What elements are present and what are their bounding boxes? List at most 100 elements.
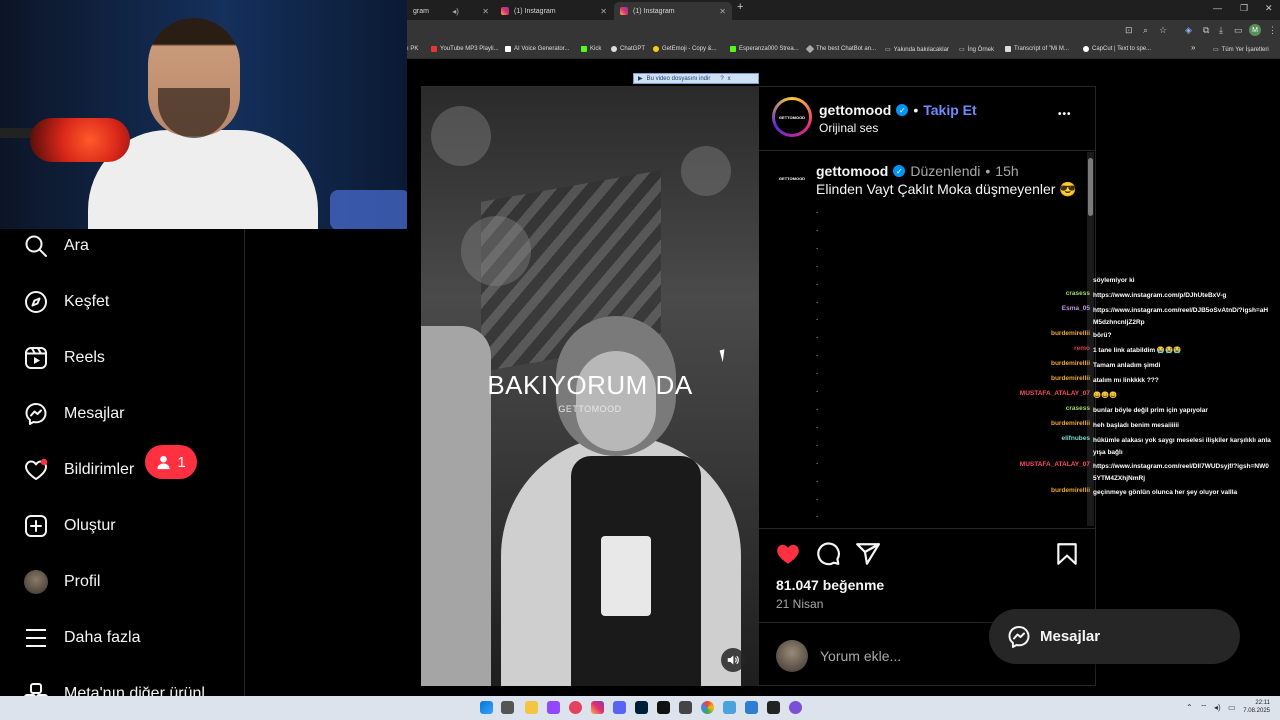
menu-icon[interactable]: ⋮ — [1268, 25, 1277, 36]
bookmark[interactable]: CapCut | Text to spe... — [1083, 46, 1151, 52]
chat-username[interactable]: MUSTAFA_ATALAY_07 — [975, 461, 1093, 485]
browser-tab[interactable]: (1) Instagram ✕ — [495, 2, 613, 20]
wifi-icon[interactable]: ⌔ — [1200, 703, 1208, 713]
chat-username[interactable]: burdemirellii — [975, 375, 1093, 387]
chat-username[interactable]: crasess — [975, 405, 1093, 417]
bookmark-folder[interactable]: ▭ İng Örnek — [959, 46, 994, 54]
close-tab-icon[interactable]: ✕ — [719, 7, 726, 16]
task-view-icon[interactable] — [501, 701, 514, 714]
post-username[interactable]: gettomood — [819, 102, 891, 118]
nav-more[interactable]: Daha fazla — [24, 623, 141, 653]
app-icon[interactable] — [723, 701, 736, 714]
chrome-icon[interactable] — [701, 701, 714, 714]
share-icon[interactable] — [855, 541, 881, 567]
nav-messages[interactable]: Mesajlar — [24, 399, 124, 429]
close-window-button[interactable]: ✕ — [1265, 3, 1273, 14]
more-bookmarks-icon[interactable]: » — [1191, 43, 1195, 52]
nav-search[interactable]: Ara — [24, 231, 89, 261]
chat-username[interactable]: Esma_05 — [975, 305, 1093, 329]
liked-heart-icon[interactable] — [775, 541, 801, 567]
caption-dot: . — [816, 492, 819, 502]
comment-input[interactable]: Yorum ekle... — [820, 648, 901, 664]
tiktok-icon[interactable] — [657, 701, 670, 714]
all-bookmarks-folder[interactable]: ▭ Tüm Yer İşaretleri — [1213, 46, 1269, 54]
chat-username[interactable]: burdemirellii — [975, 420, 1093, 432]
bookmark-folder[interactable]: ▭ Yakında bakılacaklar — [885, 46, 949, 54]
mute-button[interactable] — [721, 648, 745, 672]
download-video-bar[interactable]: ▶ Bu video dosyasını indir ? x — [633, 73, 759, 84]
chat-username[interactable]: burdemirellii — [975, 487, 1093, 499]
mute-tab-icon[interactable]: ◂) — [452, 7, 459, 16]
nav-reels[interactable]: Reels — [24, 343, 105, 373]
app-icon[interactable] — [569, 701, 582, 714]
profile-avatar[interactable]: M — [1249, 24, 1261, 36]
chat-username[interactable]: crasess — [975, 290, 1093, 302]
bookmark[interactable]: ı PK — [407, 46, 418, 52]
volume-icon[interactable]: ◂) — [1214, 703, 1221, 712]
nav-profile[interactable]: Profil — [24, 567, 100, 597]
windows-taskbar: ⌃ ⌔ ◂) ▭ 22:11 7.08.2025 — [0, 696, 1280, 720]
app-icon[interactable] — [679, 701, 692, 714]
chat-username[interactable] — [975, 275, 1093, 287]
scrollbar-thumb[interactable] — [1088, 158, 1093, 216]
comment-icon[interactable] — [815, 541, 841, 567]
app-icon[interactable] — [745, 701, 758, 714]
new-tab-button[interactable]: + — [737, 1, 743, 13]
caption-username[interactable]: gettomood — [816, 163, 888, 179]
bookmark[interactable]: AI Voice Generator... — [505, 46, 569, 52]
file-explorer-icon[interactable] — [525, 701, 538, 714]
tray-chevron-icon[interactable]: ⌃ — [1186, 703, 1193, 712]
bookmark[interactable]: Kick — [581, 46, 601, 52]
browser-tab-active[interactable]: (1) Instagram ✕ — [614, 2, 732, 20]
close-tab-icon[interactable]: ✕ — [600, 7, 607, 16]
photoshop-icon[interactable] — [635, 701, 648, 714]
bookmark[interactable]: YouTube MP3 Playli... — [431, 46, 499, 52]
chat-username[interactable]: burdemirellii — [975, 330, 1093, 342]
nav-explore[interactable]: Keşfet — [24, 287, 109, 317]
minimize-button[interactable]: — — [1213, 3, 1222, 13]
help-icon[interactable]: ? — [720, 76, 723, 82]
instagram-icon[interactable] — [591, 701, 604, 714]
chat-username[interactable]: remo — [975, 345, 1093, 357]
download-icon[interactable]: ⤓ — [1219, 25, 1223, 36]
likes-count[interactable]: 81.047 beğenme — [776, 577, 884, 593]
app-icon[interactable] — [547, 701, 560, 714]
tab-label: (1) Instagram — [633, 7, 675, 15]
story-ring-avatar[interactable]: GETTOMOOD — [772, 97, 812, 137]
caption-avatar[interactable]: GETTOMOOD — [776, 162, 808, 194]
nav-notifications[interactable]: Bildirimler — [24, 455, 134, 485]
bookmark[interactable]: ChatGPT — [611, 46, 645, 52]
chat-username[interactable]: burdemirellii — [975, 360, 1093, 372]
coffee-cup — [601, 536, 651, 616]
bookmark[interactable]: Esperanza000 Strea... — [730, 46, 799, 52]
audio-label[interactable]: Orijinal ses — [819, 121, 878, 135]
browser-tab[interactable]: gram ◂) ✕ — [407, 2, 495, 20]
bookmark[interactable]: The best ChatBot an... — [805, 44, 876, 54]
bookmark-star-icon[interactable]: ☆ — [1159, 25, 1167, 36]
battery-icon[interactable]: ▭ — [1228, 703, 1236, 712]
nav-create[interactable]: Oluştur — [24, 511, 116, 541]
bookmark-icon[interactable] — [1054, 541, 1080, 567]
notification-badge[interactable]: 1 — [145, 445, 197, 479]
bookmark[interactable]: Transcript of "Mi M... — [1005, 46, 1069, 52]
app-icon[interactable] — [767, 701, 780, 714]
start-icon[interactable] — [480, 701, 493, 714]
chat-username[interactable]: MUSTAFA_ATALAY_07 — [975, 390, 1093, 402]
sidebar-icon[interactable]: ▭ — [1234, 25, 1243, 36]
extensions-icon[interactable]: ⧉ — [1203, 25, 1209, 36]
taskbar-clock[interactable]: 22:11 7.08.2025 — [1243, 699, 1270, 715]
close-tab-icon[interactable]: ✕ — [482, 7, 489, 16]
follow-button[interactable]: Takip Et — [923, 102, 976, 118]
reel-video[interactable]: BAKIYORUM DA GETTOMOOD — [421, 86, 759, 686]
chat-username[interactable]: elifnubes — [975, 435, 1093, 459]
zoom-icon[interactable]: ⌕ — [1143, 25, 1148, 36]
bookmark[interactable]: GetEmoji - Copy &... — [653, 46, 717, 52]
app-icon[interactable] — [789, 701, 802, 714]
more-options-icon[interactable]: ••• — [1058, 109, 1072, 120]
discord-icon[interactable] — [613, 701, 626, 714]
maximize-button[interactable]: ❐ — [1240, 3, 1248, 14]
install-app-icon[interactable]: ⊡ — [1125, 25, 1133, 36]
messages-floating-button[interactable]: Mesajlar — [989, 609, 1240, 664]
close-icon[interactable]: x — [728, 76, 731, 82]
media-icon[interactable]: ◈ — [1185, 25, 1192, 36]
